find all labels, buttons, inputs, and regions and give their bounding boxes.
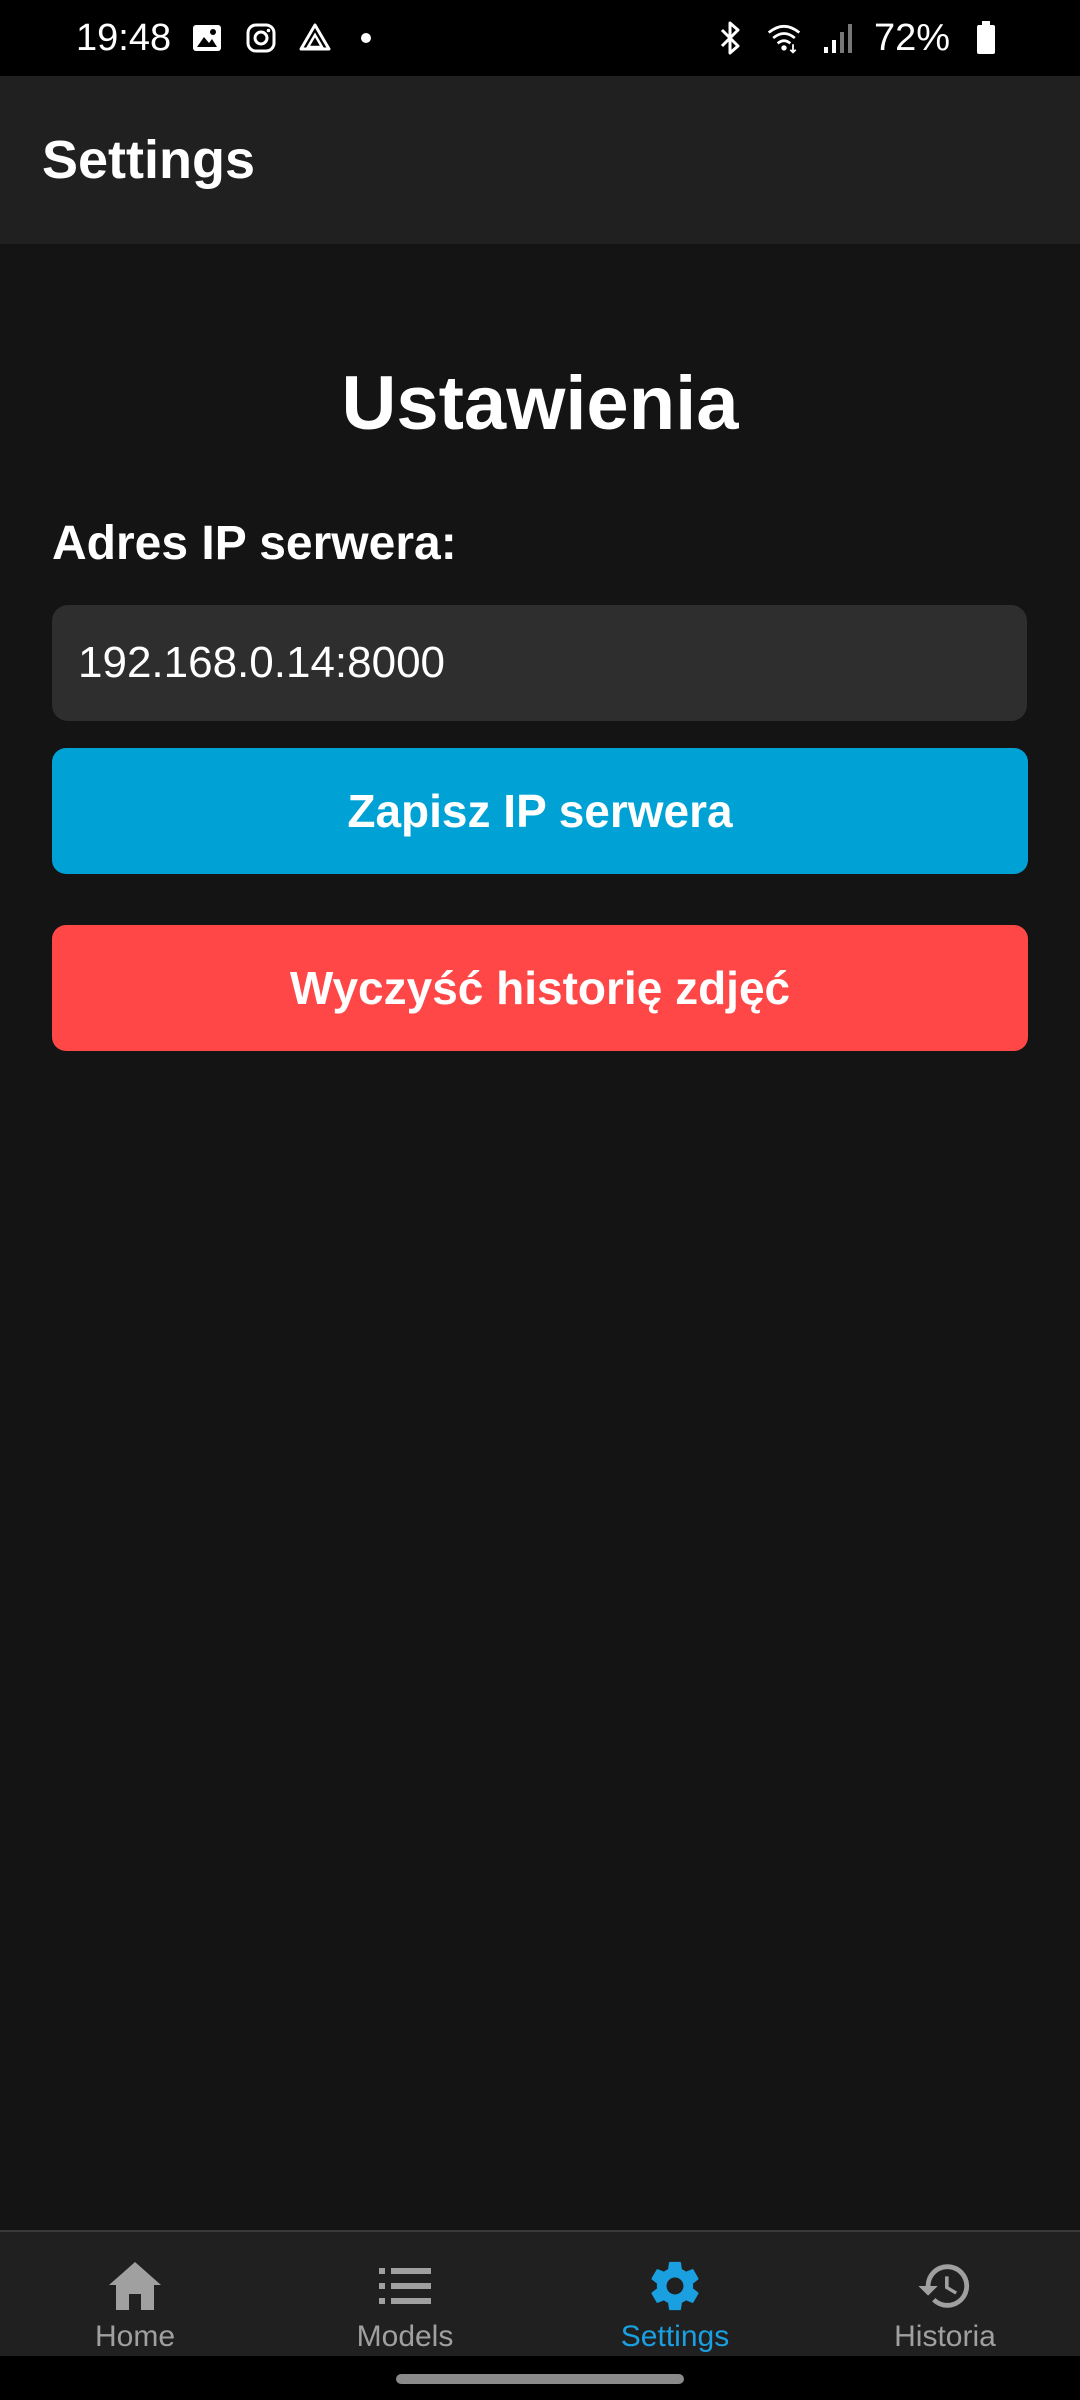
save-ip-button[interactable]: Zapisz IP serwera — [52, 748, 1028, 874]
ip-field-label: Adres IP serwera: — [52, 517, 457, 570]
status-bar-left: 19:48 — [76, 16, 372, 60]
nav-label-settings: Settings — [620, 2320, 730, 2353]
list-icon — [375, 2256, 435, 2316]
nav-label-historia: Historia — [894, 2320, 996, 2353]
page-title: Ustawienia — [341, 361, 739, 446]
gear-icon — [645, 2256, 705, 2316]
instagram-icon — [243, 20, 279, 56]
notification-dot — [361, 33, 372, 43]
history-icon — [915, 2256, 975, 2316]
nav-label-models: Models — [356, 2320, 454, 2353]
wifi-icon — [766, 20, 802, 56]
nav-label-home: Home — [94, 2320, 176, 2353]
server-ip-input[interactable] — [52, 605, 1027, 721]
app-header: Settings — [0, 76, 1080, 244]
nav-item-models[interactable]: Models — [270, 2232, 540, 2356]
home-icon — [105, 2256, 165, 2316]
nav-item-historia[interactable]: Historia — [810, 2232, 1080, 2356]
signal-icon — [820, 20, 856, 56]
bluetooth-icon — [712, 20, 748, 56]
status-time: 19:48 — [76, 16, 172, 59]
status-bar: 19:48 72% — [0, 0, 1080, 76]
status-bar-right: 72% — [712, 17, 1004, 60]
battery-percent: 72% — [873, 16, 950, 59]
bottom-nav: Home Models Settings Historia — [0, 2230, 1080, 2356]
gallery-icon — [189, 20, 225, 56]
clear-history-button[interactable]: Wyczyść historię zdjęć — [52, 925, 1028, 1051]
settings-content: Ustawienia Adres IP serwera: Zapisz IP s… — [0, 244, 1080, 2230]
nav-item-settings[interactable]: Settings — [540, 2232, 810, 2356]
header-title: Settings — [42, 130, 256, 190]
drive-icon — [297, 20, 333, 56]
battery-icon — [968, 20, 1004, 56]
gesture-bar — [0, 2356, 1080, 2400]
nav-item-home[interactable]: Home — [0, 2232, 270, 2356]
home-gesture-handle[interactable] — [396, 2374, 684, 2384]
